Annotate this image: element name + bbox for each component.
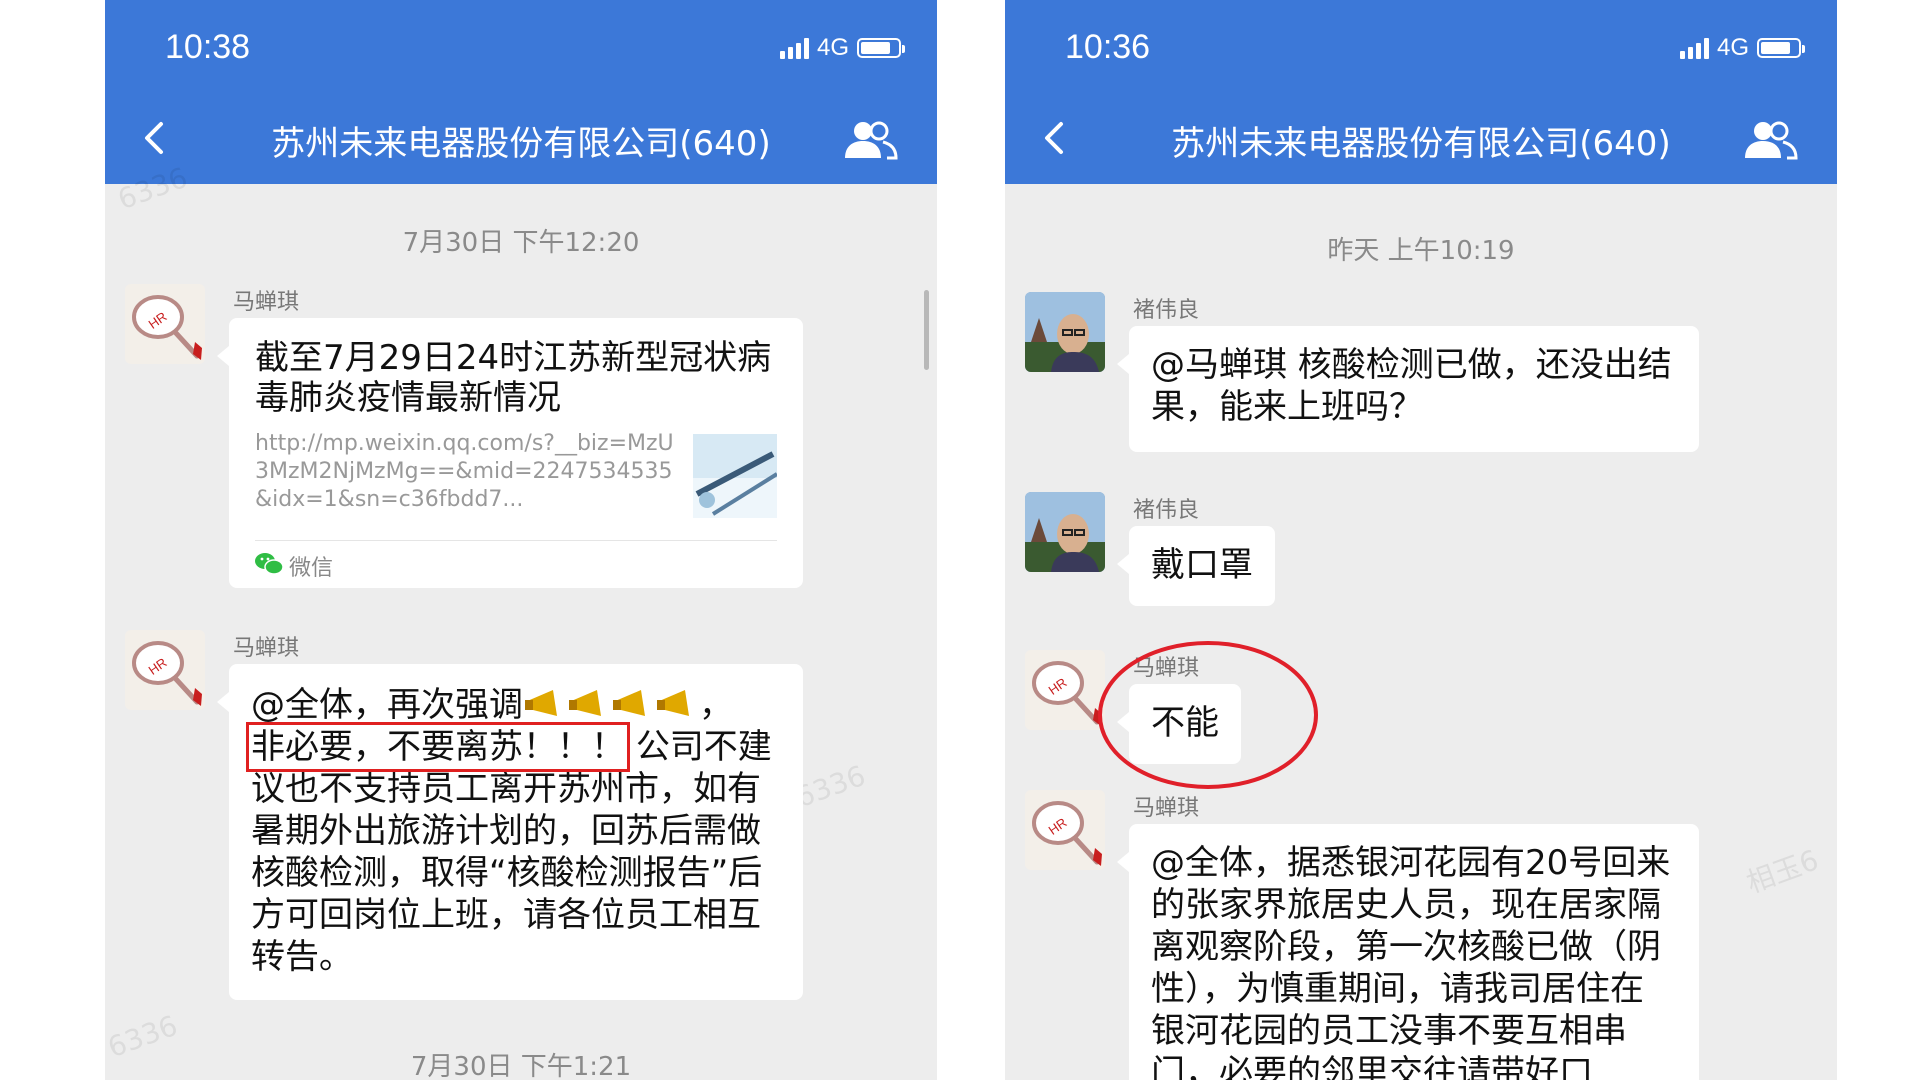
megaphone-icons — [523, 685, 699, 725]
network-type: 4G — [816, 34, 849, 61]
message-bubble[interactable]: @全体，再次强调，非必要，不要离苏！！！ 公司不建议也不支持员工离开苏州市，如有… — [217, 664, 803, 1000]
timestamp: 昨天 上午10:19 — [1327, 236, 1515, 266]
message-text: 戴口罩 — [1151, 545, 1253, 585]
sender-name: 马蝉琪 — [1133, 796, 1200, 821]
status-time: 10:36 — [1065, 28, 1151, 66]
message-bubble[interactable]: @马蝉琪 核酸检测已做，还没出结果，能来上班吗？ — [1117, 326, 1699, 452]
status-time: 10:38 — [165, 28, 251, 66]
timestamp: 7月30日 下午12:20 — [402, 228, 640, 258]
highlighted-text: 非必要，不要离苏！！！ — [246, 722, 630, 772]
avatar[interactable]: HR — [125, 284, 205, 364]
card-title: 截至7月29日24时江苏新型冠状病毒肺炎疫情最新情况 — [255, 338, 772, 418]
nav-bar: 苏州未来电器股份有限公司(640) — [105, 100, 937, 180]
signal-icon — [1679, 37, 1709, 59]
megaphone-icon — [613, 690, 645, 716]
right-screenshot: 10:36 4G 苏州未来电器股份有限公司(640) 相玉6 昨天 上午10:1… — [1005, 0, 1837, 1080]
avatar[interactable] — [1025, 492, 1105, 572]
link-card[interactable]: 截至7月29日24时江苏新型冠状病毒肺炎疫情最新情况 http://mp.wei… — [217, 318, 803, 588]
card-thumbnail — [693, 434, 777, 518]
hr-magnifier-icon: HR — [132, 295, 202, 360]
wechat-icon — [255, 553, 283, 575]
card-url: http://mp.weixin.qq.com/s?__biz=MzU3MzM2… — [255, 431, 674, 512]
megaphone-icon — [525, 690, 557, 716]
scrollbar[interactable] — [924, 290, 929, 370]
message-bubble[interactable]: 戴口罩 — [1117, 526, 1275, 606]
megaphone-icon — [657, 690, 689, 716]
status-icons: 4G — [779, 34, 905, 62]
message-bubble[interactable]: @全体，据悉银河花园有20号回来的张家界旅居史人员，现在居家隔离观察阶段，第一次… — [1117, 824, 1699, 1080]
signal-icon — [779, 37, 809, 59]
header-bar: 10:36 4G 苏州未来电器股份有限公司(640) — [1005, 0, 1837, 184]
sender-name: 褚伟良 — [1133, 298, 1200, 323]
message-text-suffix: ， — [699, 685, 733, 725]
card-divider — [255, 540, 777, 541]
group-members-icon[interactable] — [1743, 120, 1799, 160]
watermark: 相玉6 — [1742, 843, 1823, 900]
red-circle-annotation — [1098, 641, 1318, 789]
battery-icon — [857, 38, 905, 58]
status-icons: 4G — [1679, 34, 1805, 62]
hr-magnifier-icon: HR — [132, 641, 202, 706]
message-text: @马蝉琪 核酸检测已做，还没出结果，能来上班吗？ — [1151, 345, 1672, 427]
left-screenshot: 10:38 4G 苏州未来电器股份有限公司(640) 6336 6336 633… — [105, 0, 937, 1080]
user-photo — [1025, 292, 1105, 372]
timestamp: 7月30日 下午1:21 — [410, 1052, 632, 1080]
avatar[interactable] — [1025, 292, 1105, 372]
sender-name: 马蝉琪 — [233, 636, 300, 661]
megaphone-icon — [569, 690, 601, 716]
chat-title: 苏州未来电器股份有限公司(640) — [271, 124, 771, 164]
group-members-icon[interactable] — [843, 120, 899, 160]
message-text: @全体，再次强调，非必要，不要离苏！！！ 公司不建议也不支持员工离开苏州市，如有… — [246, 684, 781, 978]
battery-icon — [1757, 38, 1805, 58]
sender-name: 褚伟良 — [1133, 498, 1200, 523]
header-bar: 10:38 4G 苏州未来电器股份有限公司(640) — [105, 0, 937, 184]
message-text: @全体，据悉银河花园有20号回来的张家界旅居史人员，现在居家隔离观察阶段，第一次… — [1151, 843, 1671, 1080]
hr-magnifier-icon: HR — [1032, 801, 1102, 866]
card-source: 微信 — [289, 556, 334, 581]
chat-title: 苏州未来电器股份有限公司(640) — [1171, 124, 1671, 164]
watermark: 6336 — [791, 758, 870, 815]
avatar[interactable]: HR — [125, 630, 205, 710]
nav-bar: 苏州未来电器股份有限公司(640) — [1005, 100, 1837, 180]
sender-name: 马蝉琪 — [233, 290, 300, 315]
user-photo — [1025, 492, 1105, 572]
network-type: 4G — [1716, 34, 1749, 61]
avatar[interactable]: HR — [1025, 790, 1105, 870]
message-text-prefix: @全体，再次强调 — [251, 685, 523, 725]
